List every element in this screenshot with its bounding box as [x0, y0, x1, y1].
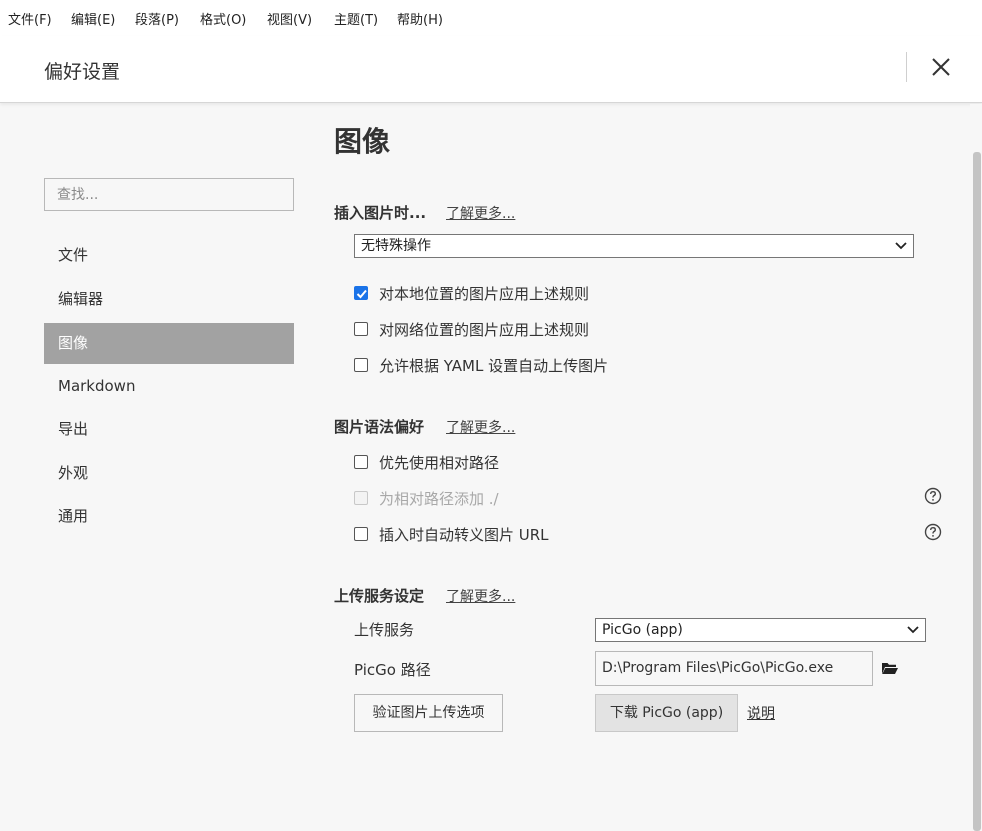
- close-icon: [932, 58, 950, 76]
- menu-view[interactable]: 视图(V): [267, 9, 312, 28]
- local-images-checkbox[interactable]: [354, 286, 368, 300]
- sidebar-item-export[interactable]: 导出: [44, 409, 294, 450]
- dialog-title: 偏好设置: [44, 61, 121, 83]
- syntax-learn-more-link[interactable]: 了解更多...: [446, 417, 515, 437]
- menu-paragraph[interactable]: 段落(P): [135, 9, 179, 28]
- insert-action-value: 无特殊操作: [361, 238, 431, 254]
- menu-edit[interactable]: 编辑(E): [71, 9, 115, 28]
- upload-service-value: PicGo (app): [602, 622, 683, 638]
- search-input[interactable]: [44, 178, 294, 211]
- relative-path-label: 优先使用相对路径: [379, 454, 500, 472]
- folder-icon[interactable]: [881, 660, 899, 676]
- relative-path-checkbox[interactable]: [354, 455, 368, 469]
- preferences-header: 偏好设置: [0, 36, 982, 103]
- sidebar-item-appearance[interactable]: 外观: [44, 453, 294, 494]
- yaml-upload-label: 允许根据 YAML 设置自动上传图片: [379, 357, 609, 375]
- picgo-path-label: PicGo 路径: [354, 661, 431, 679]
- chevron-down-icon: [907, 626, 919, 634]
- menubar: 文件(F) 编辑(E) 段落(P) 格式(O) 视图(V) 主题(T) 帮助(H…: [0, 0, 982, 36]
- sidebar-item-image[interactable]: 图像: [44, 323, 294, 364]
- question-circle-icon[interactable]: [924, 523, 942, 541]
- page-title: 图像: [334, 125, 391, 158]
- insert-action-select[interactable]: 无特殊操作: [354, 234, 914, 258]
- escape-url-checkbox[interactable]: [354, 527, 368, 541]
- dot-slash-checkbox[interactable]: [354, 491, 368, 505]
- network-images-label: 对网络位置的图片应用上述规则: [379, 321, 590, 339]
- syntax-section-heading: 图片语法偏好: [334, 418, 425, 436]
- sidebar-item-editor[interactable]: 编辑器: [44, 279, 294, 320]
- insert-learn-more-link[interactable]: 了解更多...: [446, 203, 515, 223]
- sidebar-item-file[interactable]: 文件: [44, 235, 294, 276]
- menu-help[interactable]: 帮助(H): [397, 9, 443, 28]
- verify-upload-button[interactable]: 验证图片上传选项: [354, 694, 503, 732]
- dot-slash-label: 为相对路径添加 ./: [379, 490, 499, 508]
- yaml-upload-checkbox[interactable]: [354, 358, 368, 372]
- header-divider: [906, 52, 907, 82]
- upload-help-link[interactable]: 说明: [747, 703, 775, 723]
- sidebar-item-markdown[interactable]: Markdown: [44, 366, 294, 407]
- network-images-checkbox[interactable]: [354, 322, 368, 336]
- menu-file[interactable]: 文件(F): [8, 9, 52, 28]
- upload-service-select[interactable]: PicGo (app): [595, 618, 926, 642]
- menu-theme[interactable]: 主题(T): [334, 9, 378, 28]
- sidebar-item-general[interactable]: 通用: [44, 496, 294, 537]
- checkmark-icon: [356, 289, 367, 299]
- download-picgo-button[interactable]: 下载 PicGo (app): [595, 694, 738, 732]
- picgo-path-input[interactable]: D:\Program Files\PicGo\PicGo.exe: [595, 651, 873, 686]
- chevron-down-icon: [895, 242, 907, 250]
- upload-service-label: 上传服务: [354, 621, 415, 639]
- escape-url-label: 插入时自动转义图片 URL: [379, 526, 549, 544]
- question-circle-icon[interactable]: [924, 487, 942, 505]
- menu-format[interactable]: 格式(O): [200, 9, 246, 28]
- local-images-label: 对本地位置的图片应用上述规则: [379, 285, 590, 303]
- insert-section-heading: 插入图片时...: [334, 204, 427, 222]
- upload-learn-more-link[interactable]: 了解更多...: [446, 586, 515, 606]
- upload-section-heading: 上传服务设定: [334, 587, 425, 605]
- scrollbar-thumb[interactable]: [973, 152, 981, 831]
- close-button[interactable]: [926, 52, 956, 82]
